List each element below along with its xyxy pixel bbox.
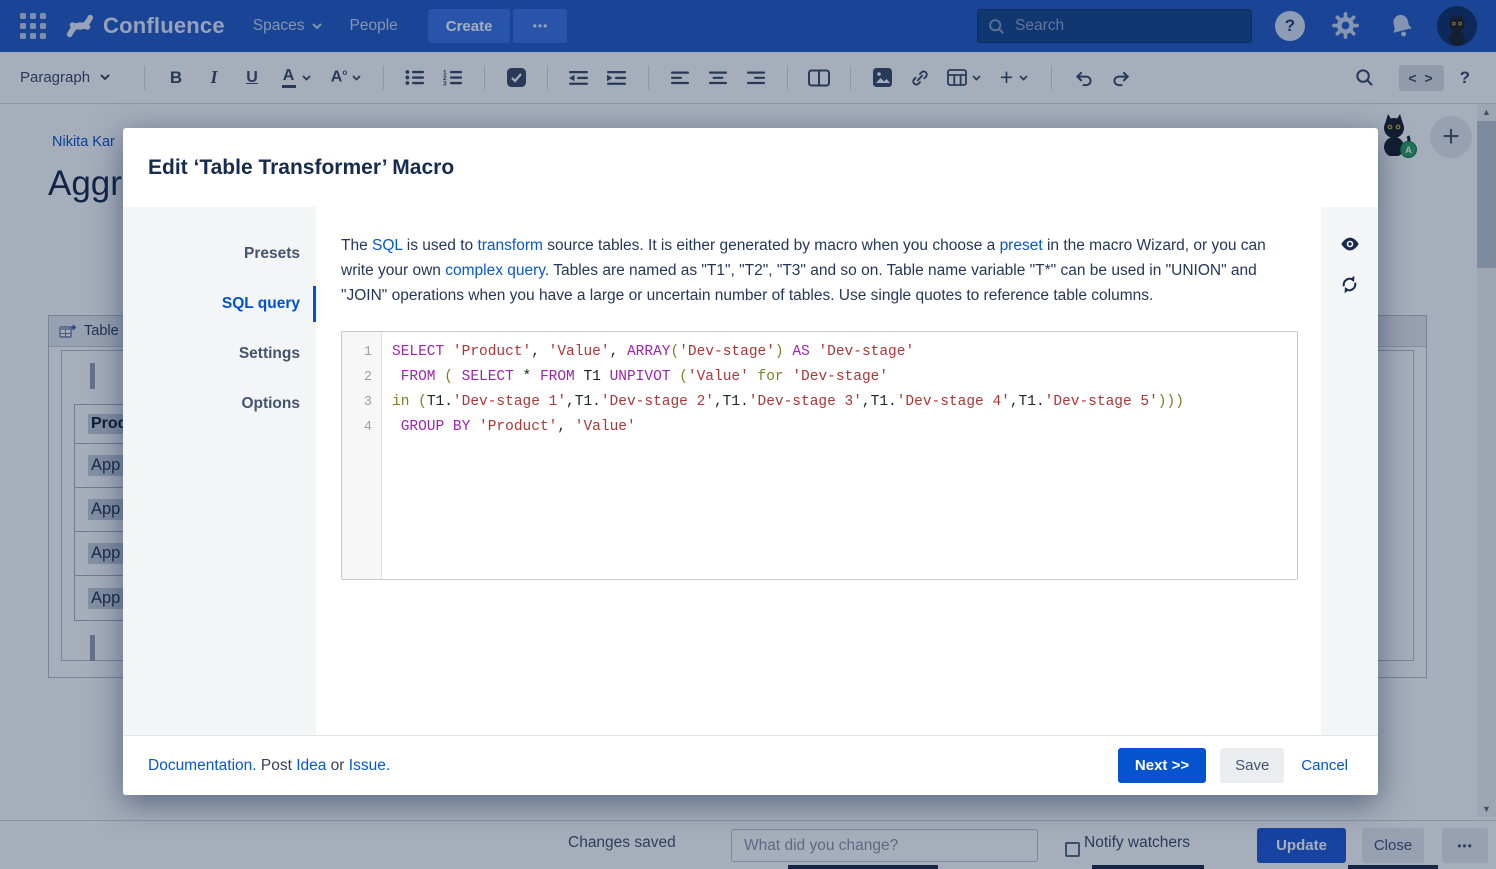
cancel-button[interactable]: Cancel — [1301, 757, 1348, 774]
preview-button[interactable] — [1339, 233, 1361, 255]
dialog-title: Edit ‘Table Transformer’ Macro — [148, 155, 455, 179]
dialog-side-rail — [1321, 207, 1378, 735]
tab-sql-query[interactable]: SQL query — [123, 279, 316, 329]
dialog-footer-links: Documentation. Post Idea or Issue. — [148, 757, 390, 775]
line-number: 4 — [363, 420, 372, 435]
code-lines[interactable]: SELECT 'Product', 'Value', ARRAY('Dev-st… — [382, 332, 1297, 579]
inline-text: The — [341, 237, 373, 254]
dialog-tabs: Presets SQL query Settings Options — [123, 207, 316, 735]
inline-link[interactable]: Issue. — [349, 757, 390, 774]
inline-link[interactable]: SQL — [372, 237, 402, 254]
confluence-screen: Confluence Spaces People Create ••• ? — [0, 0, 1496, 869]
inline-link[interactable]: complex query — [445, 262, 545, 279]
line-number: 2 — [363, 370, 372, 385]
dialog-main: The SQL is used to transform source tabl… — [316, 207, 1321, 735]
save-button[interactable]: Save — [1220, 748, 1285, 783]
dialog-body: Presets SQL query Settings Options The SQL … — [123, 207, 1378, 735]
tab-presets[interactable]: Presets — [123, 229, 316, 279]
line-number: 1 — [363, 345, 372, 360]
code-line: in (T1.'Dev-stage 1',T1.'Dev-stage 2',T1… — [392, 394, 1184, 410]
code-line: FROM ( SELECT * FROM T1 UNPIVOT ('Value'… — [400, 369, 889, 385]
code-line: GROUP BY 'Product', 'Value' — [400, 419, 636, 435]
tab-settings[interactable]: Settings — [123, 329, 316, 379]
inline-text: Post — [256, 756, 297, 774]
sql-code-editor[interactable]: 1 2 3 4 SELECT 'Product', 'Value', ARRAY('D… — [341, 331, 1298, 580]
code-line: SELECT 'Product', 'Value', ARRAY('Dev-st… — [392, 344, 915, 360]
inline-text: is used to — [402, 237, 478, 254]
code-gutter: 1 2 3 4 — [342, 332, 382, 579]
dialog-footer: Documentation. Post Idea or Issue. Next … — [123, 735, 1378, 795]
refresh-button[interactable] — [1339, 273, 1361, 295]
inline-text: source tables. It is either generated by… — [542, 237, 1000, 254]
inline-link[interactable]: preset — [1000, 237, 1043, 254]
inline-link[interactable]: transform — [477, 237, 542, 254]
inline-link[interactable]: Idea — [296, 757, 326, 774]
line-number: 3 — [363, 395, 372, 410]
inline-link[interactable]: Documentation. — [148, 757, 257, 774]
next-button[interactable]: Next >> — [1117, 748, 1207, 783]
refresh-icon — [1342, 275, 1357, 293]
eye-icon — [1340, 237, 1359, 251]
tab-options[interactable]: Options — [123, 379, 316, 429]
inline-text: or — [326, 756, 349, 774]
dialog-description: The SQL is used to transform source tabl… — [341, 233, 1298, 308]
edit-macro-dialog: Edit ‘Table Transformer’ Macro Presets SQ… — [123, 128, 1378, 795]
